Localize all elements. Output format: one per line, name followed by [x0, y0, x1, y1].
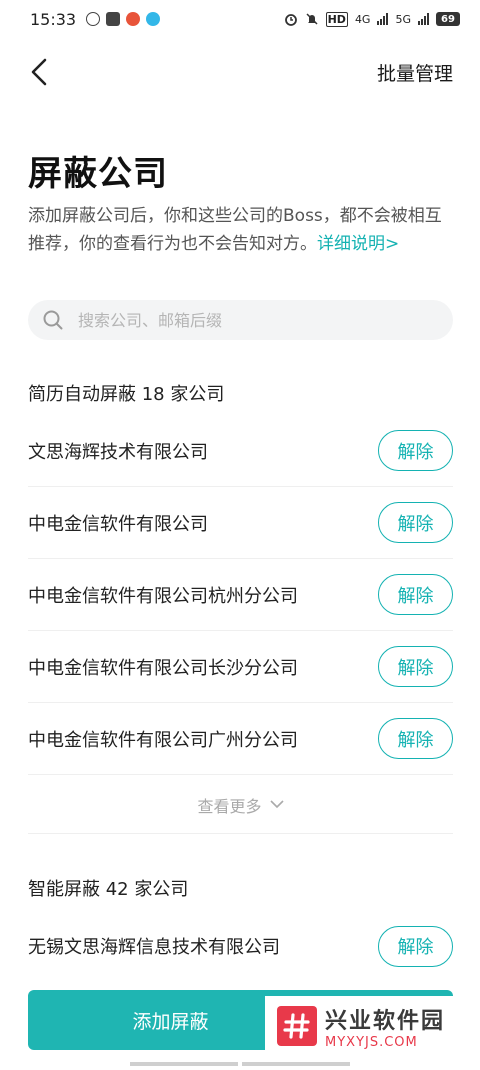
- company-name: 文思海辉技术有限公司: [28, 441, 208, 463]
- battery-icon: 69: [436, 12, 460, 26]
- video-app-icon: [146, 12, 161, 26]
- list-item: 文思海辉技术有限公司 解除: [28, 415, 453, 487]
- list-item: 中电金信软件有限公司广州分公司 解除: [28, 703, 453, 775]
- status-bar: 15:33 HD 4G 5G 69: [0, 0, 480, 38]
- mute-icon: [306, 13, 318, 25]
- detail-link[interactable]: 详细说明>: [317, 234, 399, 254]
- auto-block-list: 文思海辉技术有限公司 解除 中电金信软件有限公司 解除 中电金信软件有限公司杭州…: [28, 415, 453, 775]
- remove-button[interactable]: 解除: [378, 925, 453, 967]
- remove-button[interactable]: 解除: [378, 502, 453, 543]
- header: 批量管理: [0, 44, 480, 100]
- list-item: 中电金信软件有限公司长沙分公司 解除: [28, 631, 453, 703]
- list-item: 中电金信软件有限公司杭州分公司 解除: [28, 559, 453, 631]
- add-block-label: 添加屏蔽: [132, 1010, 209, 1033]
- search-box[interactable]: [28, 300, 453, 340]
- remove-button[interactable]: 解除: [378, 718, 453, 759]
- page-title: 屏蔽公司: [28, 154, 168, 194]
- watermark-cn: 兴业软件园: [325, 1008, 446, 1034]
- back-icon[interactable]: [30, 57, 54, 87]
- smart-block-list: 无锡文思海辉信息技术有限公司 解除: [28, 910, 453, 982]
- network-4g: 4G: [354, 12, 371, 26]
- remove-button[interactable]: 解除: [378, 430, 453, 471]
- page-description: 添加屏蔽公司后，你和这些公司的Boss，都不会被相互推荐，你的查看行为也不会告知…: [28, 202, 456, 258]
- show-more-button[interactable]: 查看更多: [28, 776, 453, 834]
- search-input[interactable]: [78, 310, 418, 330]
- watermark: 兴业软件园 MYXYJS.COM: [265, 996, 480, 1056]
- show-more-label: 查看更多: [197, 796, 262, 816]
- alarm-icon: [284, 14, 297, 26]
- watermark-text: 兴业软件园 MYXYJS.COM: [325, 1003, 445, 1050]
- company-name: 中电金信软件有限公司广州分公司: [28, 729, 298, 751]
- watermark-en: MYXYJS.COM: [325, 1034, 418, 1050]
- status-time: 15:33: [30, 9, 77, 29]
- hd-badge: HD: [325, 11, 348, 27]
- k-app-icon: [86, 12, 101, 26]
- remove-button[interactable]: 解除: [378, 646, 453, 687]
- status-indicators: HD 4G 5G 69: [284, 11, 460, 27]
- network-5g: 5G: [395, 12, 411, 26]
- batch-manage-button[interactable]: 批量管理: [377, 59, 453, 86]
- gesture-bar: [0, 1062, 480, 1070]
- list-item: 中电金信软件有限公司 解除: [28, 487, 453, 559]
- company-name: 中电金信软件有限公司: [28, 513, 208, 535]
- signal-4g-icon: [377, 13, 389, 25]
- signal-5g-icon: [418, 13, 429, 25]
- company-name: 中电金信软件有限公司长沙分公司: [28, 657, 298, 679]
- mail-app-icon: [106, 12, 121, 26]
- company-name: 无锡文思海辉信息技术有限公司: [28, 937, 280, 958]
- search-icon: [43, 310, 63, 330]
- smart-block-section-title: 智能屏蔽 42 家公司: [28, 879, 189, 900]
- status-app-icons: [86, 12, 161, 26]
- auto-block-section-title: 简历自动屏蔽 18 家公司: [28, 384, 225, 405]
- list-item: 无锡文思海辉信息技术有限公司 解除: [28, 910, 453, 982]
- hash-logo-icon: [277, 1006, 317, 1046]
- remove-button[interactable]: 解除: [378, 574, 453, 615]
- company-name: 中电金信软件有限公司杭州分公司: [28, 585, 298, 607]
- weibo-app-icon: [126, 12, 141, 26]
- chevron-down-icon: [269, 800, 284, 809]
